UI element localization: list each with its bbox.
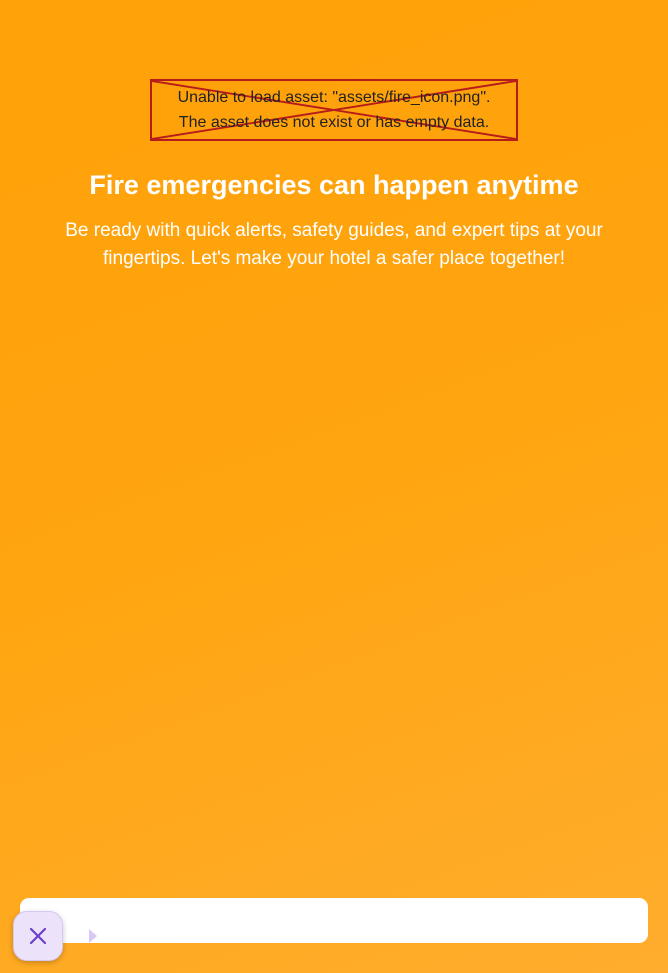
- onboarding-description: Be ready with quick alerts, safety guide…: [65, 220, 603, 269]
- asset-error-line-2: The asset does not exist or has empty da…: [178, 114, 490, 131]
- asset-error-line-1: Unable to load asset: "assets/fire_icon.…: [177, 89, 491, 106]
- close-icon: [29, 927, 47, 945]
- close-button[interactable]: [13, 911, 63, 961]
- play-arrow-icon[interactable]: [89, 929, 97, 943]
- onboarding-title: Fire emergencies can happen anytime: [89, 170, 579, 200]
- asset-error-placeholder: Unable to load asset: "assets/fire_icon.…: [150, 79, 518, 141]
- bottom-bar: [20, 898, 648, 943]
